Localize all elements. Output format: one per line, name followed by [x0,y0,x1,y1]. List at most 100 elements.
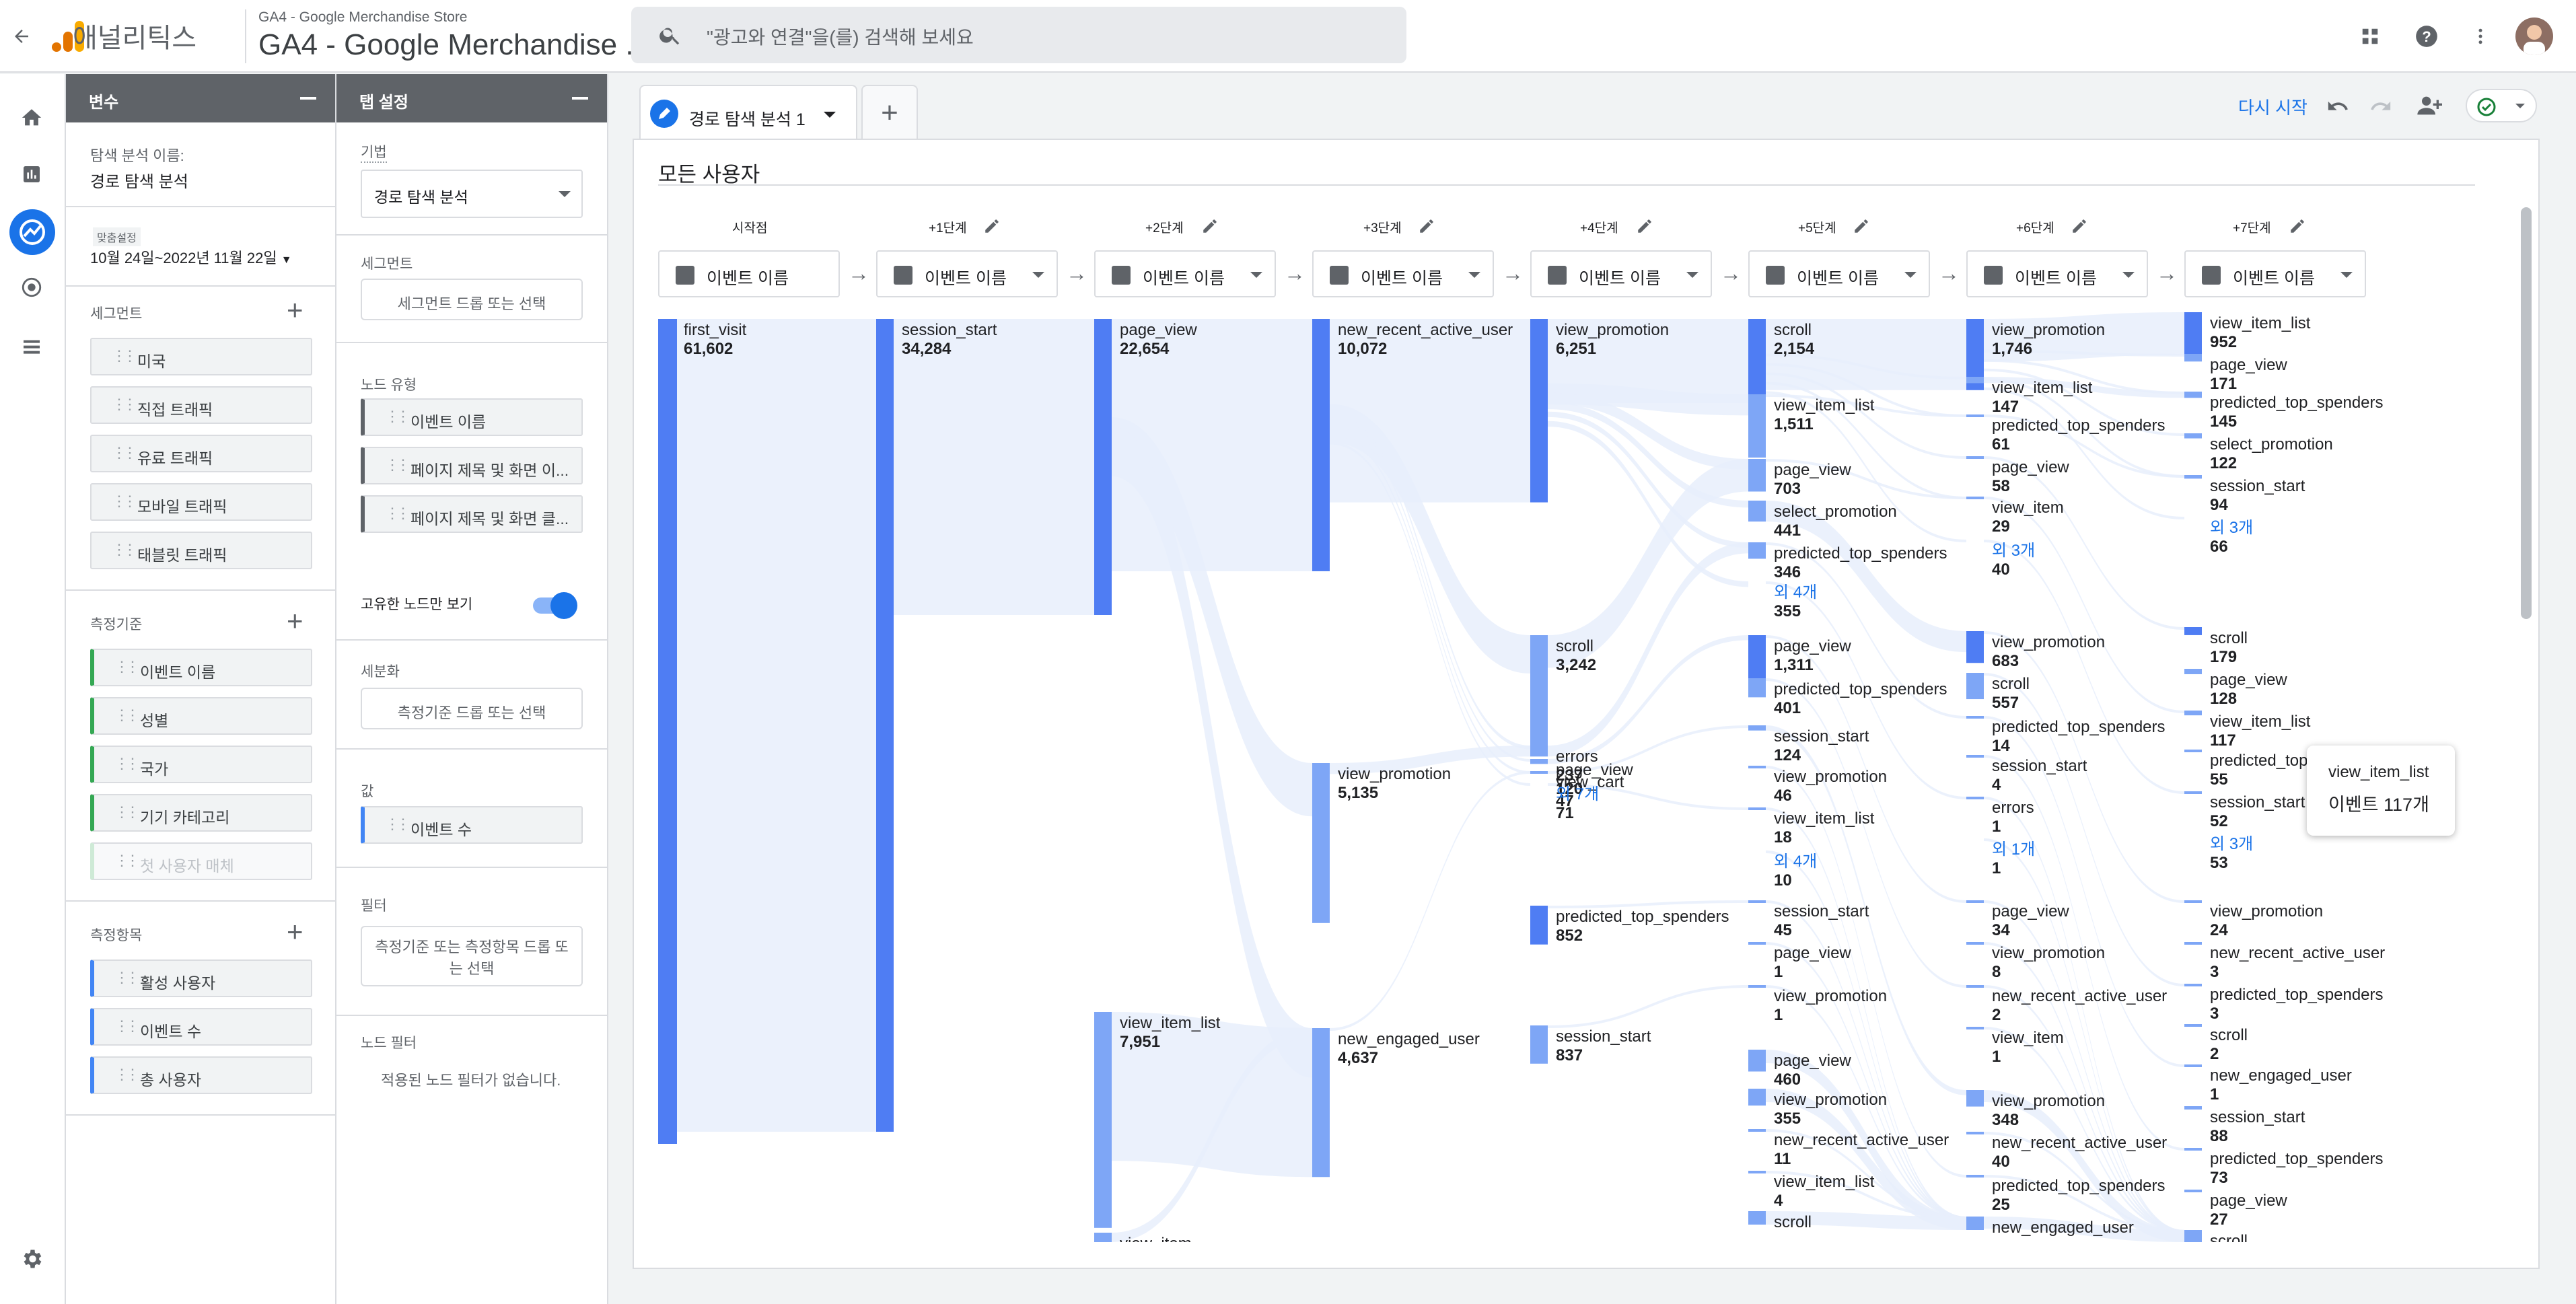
drag-handle-icon[interactable]: ⋮⋮ [114,1066,140,1083]
drag-handle-icon[interactable]: ⋮⋮ [112,541,137,558]
sankey-node[interactable] [876,319,894,1132]
date-range[interactable]: 10월 24일~2022년 11월 22일 ▼ [90,246,292,268]
sankey-node-value[interactable]: 3 [2210,1005,2219,1023]
sankey-node-value[interactable]: 837 [1556,1046,1583,1064]
sankey-node[interactable] [1966,1217,1984,1230]
sankey-node[interactable] [1748,1050,1766,1072]
sankey-node[interactable] [2184,392,2202,398]
sankey-node[interactable] [658,319,677,1144]
search-input[interactable]: "광고와 연결"을(를) 검색해 보세요 [707,23,974,50]
sankey-node-value[interactable]: 29 [1992,517,2010,536]
sankey-node-value[interactable]: 3 [2210,963,2219,981]
sankey-node-value[interactable]: 6,251 [1556,340,1596,358]
sankey-node-label[interactable]: page_view [2210,356,2287,374]
sankey-node-value[interactable]: 10,072 [1338,340,1387,358]
sankey-node[interactable] [1094,319,1112,615]
sankey-node-value[interactable]: 4 [1774,1192,1783,1210]
sankey-node-value[interactable]: 2 [2210,1045,2219,1063]
sankey-node-value[interactable]: 117 [2210,731,2236,750]
sankey-node-label[interactable]: new_engaged_user [1338,1030,1480,1048]
sankey-node-value[interactable]: 3,242 [1556,656,1596,674]
sankey-node[interactable] [2184,1024,2202,1027]
search-bar[interactable]: "광고와 연결"을(를) 검색해 보세요 [631,7,1406,63]
dimension-chip[interactable]: ⋮⋮ 국가 [90,746,312,783]
sankey-node-label[interactable]: view_item_list [1992,379,2093,397]
segment-chip[interactable]: ⋮⋮ 직접 트래픽 [90,386,312,424]
sankey-node-label[interactable]: session_start [1992,757,2087,775]
sankey-node-value[interactable]: 53 [2210,854,2228,872]
tab-menu-arrow-icon[interactable] [824,112,836,118]
sankey-node-value[interactable]: 34,284 [902,340,952,358]
sankey-node-value[interactable]: 683 [1992,652,2019,670]
sankey-node[interactable] [2184,984,2202,986]
sankey-node[interactable] [1748,1129,1766,1132]
technique-select[interactable]: 경로 탐색 분석 [361,170,583,218]
sankey-node-label[interactable]: view_promotion [1774,987,1887,1005]
sankey-node-label[interactable]: scroll [1556,637,1594,655]
sankey-node[interactable] [2184,669,2202,674]
sankey-node[interactable] [2184,1148,2202,1151]
sankey-node-value[interactable]: 1 [1992,859,2001,877]
sankey-node-label[interactable]: new_recent_active_user [1338,321,1513,339]
sankey-node-label[interactable]: view_promotion [1992,944,2105,962]
dimension-chip[interactable]: ⋮⋮ 기기 카테고리 [90,794,312,832]
sankey-node-value[interactable]: 460 [1774,1071,1801,1089]
segment-chip[interactable]: ⋮⋮ 모바일 트래픽 [90,483,312,521]
sankey-node[interactable] [1748,942,1766,945]
drag-handle-icon[interactable]: ⋮⋮ [385,408,410,425]
sankey-node-value[interactable]: 11 [1774,1150,1791,1168]
sankey-node-label[interactable]: predicted_top [2210,752,2307,770]
sankey-node[interactable] [2184,711,2202,716]
sankey-node-value[interactable]: 348 [1992,1111,2019,1129]
drag-handle-icon[interactable]: ⋮⋮ [114,658,140,676]
sankey-node-label[interactable]: session_start [2210,477,2305,495]
sankey-node-value[interactable]: 128 [2210,690,2237,708]
sankey-node-label[interactable]: page_view [1774,637,1851,655]
sankey-node[interactable] [2184,942,2202,945]
sankey-node-label[interactable]: errors [1992,799,2034,817]
sankey-node[interactable] [1966,673,1984,700]
sankey-node-label[interactable]: view_promotion [1992,321,2105,339]
sankey-node[interactable] [1748,766,1766,768]
sankey-node[interactable] [1530,319,1548,503]
sankey-node[interactable] [1966,1175,1984,1178]
sankey-node-label[interactable]: predicted_top_spenders [1992,416,2166,435]
sankey-node-label[interactable]: page_view [1992,902,2069,920]
sankey-node-value[interactable]: 1 [1774,1006,1783,1024]
sankey-node-value[interactable]: 8 [1992,963,2001,981]
sankey-node[interactable] [1748,900,1766,903]
admin-gear-icon[interactable] [15,1242,48,1276]
sankey-node-label[interactable]: new_recent_active_user [1774,1131,1949,1149]
sankey-node-label[interactable]: view_item [1992,1029,2064,1047]
sankey-node[interactable] [1966,377,1984,384]
metric-chip[interactable]: ⋮⋮ 이벤트 수 [90,1008,312,1046]
sankey-node-value[interactable]: 346 [1774,563,1801,581]
sankey-node[interactable] [1748,542,1766,559]
sankey-node[interactable] [1748,725,1766,731]
segment-chip[interactable]: ⋮⋮ 유료 트래픽 [90,435,312,472]
sankey-node-label[interactable]: predicted_top_spenders [1774,680,1947,698]
filter-drop-target[interactable]: 측정기준 또는 측정항목 드롭 또 는 선택 [361,926,583,986]
help-icon[interactable]: ? [2410,20,2443,52]
explore-nav-active[interactable] [9,209,55,255]
sankey-node-label[interactable]: select_promotion [2210,435,2333,454]
sankey-node-label[interactable]: view_promotion [1556,321,1669,339]
sankey-node-value[interactable]: 40 [1992,560,2010,579]
sankey-node-label[interactable]: predicted_top_spenders [1992,1177,2166,1195]
drag-handle-icon[interactable]: ⋮⋮ [114,969,140,986]
sankey-node-label[interactable]: view_item [1992,499,2064,517]
apps-grid-icon[interactable] [2354,20,2386,52]
exploration-name[interactable]: 경로 탐색 분석 [90,168,188,192]
sankey-node-label[interactable]: scroll [1774,1213,1812,1231]
sankey-node-label[interactable]: page_view [2210,671,2287,689]
sankey-node-value[interactable]: 1 [1992,818,2001,836]
sankey-node-value[interactable]: 25 [1992,1196,2010,1214]
home-icon[interactable] [15,101,48,135]
drag-handle-icon[interactable]: ⋮⋮ [114,803,140,821]
sankey-node-label[interactable]: session_start [1556,1027,1651,1046]
node-type-chip[interactable]: ⋮⋮ 페이지 제목 및 화면 이... [361,447,583,484]
sankey-node-label[interactable]: new_recent_active_user [1992,987,2167,1005]
drag-handle-icon[interactable]: ⋮⋮ [112,347,137,365]
sankey-node-label[interactable]: new_engaged_user [2210,1066,2352,1085]
sankey-node[interactable] [1748,1171,1766,1173]
